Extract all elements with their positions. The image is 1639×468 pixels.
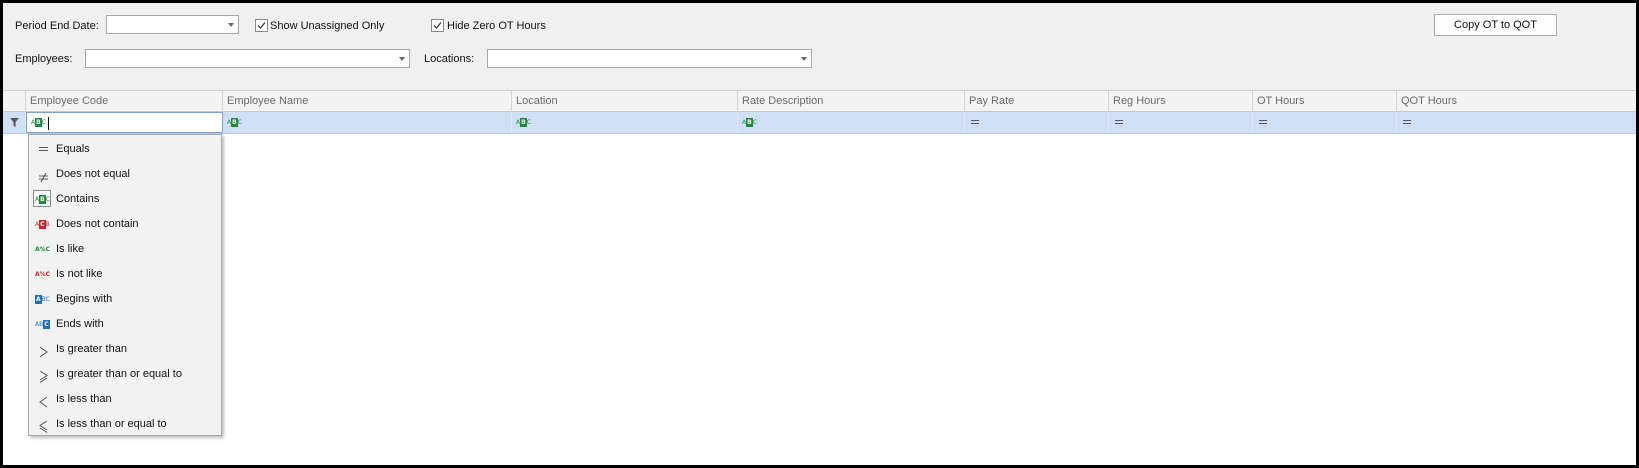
- filter-cell-employee-code[interactable]: ABC: [26, 112, 223, 133]
- menu-item-label: Is less than or equal to: [56, 418, 167, 430]
- menu-item-label: Does not equal: [56, 168, 130, 180]
- hide-zero-ot-label: Hide Zero OT Hours: [447, 20, 546, 32]
- filter-funnel-icon: [10, 118, 19, 127]
- checkmark-icon: [257, 22, 266, 29]
- period-end-label: Period End Date:: [15, 20, 99, 32]
- menu-item-equals[interactable]: Equals: [29, 137, 221, 161]
- menu-item-label: Is greater than or equal to: [56, 368, 182, 380]
- filter-cell-reg-hours[interactable]: [1109, 112, 1253, 133]
- less-equal-icon: [35, 418, 51, 433]
- column-header-reg-hours[interactable]: Reg Hours: [1109, 91, 1253, 112]
- menu-item-ends-with[interactable]: ABC Ends with: [29, 312, 221, 336]
- column-header-pay-rate[interactable]: Pay Rate: [965, 91, 1109, 112]
- contains-icon: ABC: [35, 195, 50, 204]
- menu-item-is-not-like[interactable]: A%C Is not like: [29, 262, 221, 286]
- menu-item-label: Is not like: [56, 268, 103, 280]
- menu-item-label: Does not contain: [56, 218, 139, 230]
- chevron-down-icon[interactable]: [801, 57, 807, 61]
- row-indicator-header: [3, 91, 26, 112]
- employees-combo[interactable]: [85, 49, 410, 68]
- greater-than-icon: [35, 343, 51, 358]
- not-equal-icon: [35, 168, 51, 183]
- column-header-employee-code[interactable]: Employee Code: [26, 91, 223, 112]
- equals-icon[interactable]: [1403, 120, 1411, 124]
- filter-cell-employee-name[interactable]: ABC: [223, 112, 512, 133]
- menu-item-label: Begins with: [56, 293, 113, 305]
- column-header-rate-description[interactable]: Rate Description: [738, 91, 965, 112]
- chevron-down-icon[interactable]: [399, 57, 405, 61]
- hide-zero-ot-checkbox[interactable]: [431, 19, 444, 32]
- filter-panel: Period End Date: Show Unassigned Only Hi…: [3, 3, 1636, 90]
- filter-row-indicator: [3, 112, 26, 133]
- is-not-like-icon: A%C: [35, 271, 51, 278]
- menu-item-label: Is like: [56, 243, 85, 255]
- column-header-employee-name[interactable]: Employee Name: [223, 91, 512, 112]
- menu-item-label: Is less than: [56, 393, 112, 405]
- menu-item-label: Equals: [56, 143, 90, 155]
- contains-icon[interactable]: ABC: [31, 118, 46, 127]
- period-end-date-combo[interactable]: [106, 15, 239, 34]
- equals-icon[interactable]: [971, 120, 979, 124]
- menu-item-is-greater-than[interactable]: Is greater than: [29, 337, 221, 361]
- equals-icon[interactable]: [1115, 120, 1123, 124]
- contains-icon[interactable]: ABC: [227, 118, 242, 127]
- menu-item-begins-with[interactable]: ABC Begins with: [29, 287, 221, 311]
- menu-item-is-less-than-or-equal-to[interactable]: Is less than or equal to: [29, 412, 221, 436]
- menu-item-label: Contains: [56, 193, 100, 205]
- equals-icon: [35, 143, 51, 155]
- show-unassigned-label: Show Unassigned Only: [270, 20, 385, 32]
- data-grid: Employee Code Employee Name Location Rat…: [3, 90, 1636, 465]
- auto-filter-row: ABC ABC ABC ABC: [3, 112, 1636, 134]
- menu-item-does-not-contain[interactable]: ACB Does not contain: [29, 212, 221, 236]
- is-like-icon: A%C: [35, 246, 51, 253]
- locations-combo[interactable]: [487, 49, 812, 68]
- contains-icon[interactable]: ABC: [742, 118, 757, 127]
- filter-condition-menu: Equals Does not equal ABC Contains ACB D…: [28, 134, 222, 436]
- menu-item-is-less-than[interactable]: Is less than: [29, 387, 221, 411]
- does-not-contain-icon: ACB: [35, 220, 50, 229]
- filter-cell-ot-hours[interactable]: [1253, 112, 1397, 133]
- filter-cell-location[interactable]: ABC: [512, 112, 738, 133]
- menu-item-label: Is greater than: [56, 343, 127, 355]
- grid-header: Employee Code Employee Name Location Rat…: [3, 90, 1636, 112]
- menu-item-is-greater-than-or-equal-to[interactable]: Is greater than or equal to: [29, 362, 221, 386]
- chevron-down-icon[interactable]: [228, 23, 234, 27]
- filter-cell-rate-description[interactable]: ABC: [738, 112, 965, 133]
- copy-ot-to-qot-button[interactable]: Copy OT to QOT: [1434, 14, 1557, 36]
- contains-icon[interactable]: ABC: [516, 118, 531, 127]
- column-header-location[interactable]: Location: [512, 91, 738, 112]
- menu-item-does-not-equal[interactable]: Does not equal: [29, 162, 221, 186]
- menu-item-contains[interactable]: ABC Contains: [29, 187, 221, 211]
- locations-label: Locations:: [424, 53, 475, 65]
- show-unassigned-checkbox[interactable]: [255, 19, 268, 32]
- ends-with-icon: ABC: [35, 320, 50, 329]
- employees-label: Employees:: [15, 53, 73, 65]
- checkmark-icon: [433, 22, 442, 29]
- greater-equal-icon: [35, 368, 51, 383]
- main-window: Period End Date: Show Unassigned Only Hi…: [3, 3, 1636, 465]
- column-header-qot-hours[interactable]: QOT Hours: [1397, 91, 1636, 112]
- column-header-ot-hours[interactable]: OT Hours: [1253, 91, 1397, 112]
- filter-cell-pay-rate[interactable]: [965, 112, 1109, 133]
- text-caret: [48, 117, 49, 130]
- menu-item-is-like[interactable]: A%C Is like: [29, 237, 221, 261]
- equals-icon[interactable]: [1259, 120, 1267, 124]
- less-than-icon: [35, 393, 51, 408]
- begins-with-icon: ABC: [35, 295, 50, 304]
- menu-item-label: Ends with: [56, 318, 104, 330]
- filter-cell-qot-hours[interactable]: [1397, 112, 1636, 133]
